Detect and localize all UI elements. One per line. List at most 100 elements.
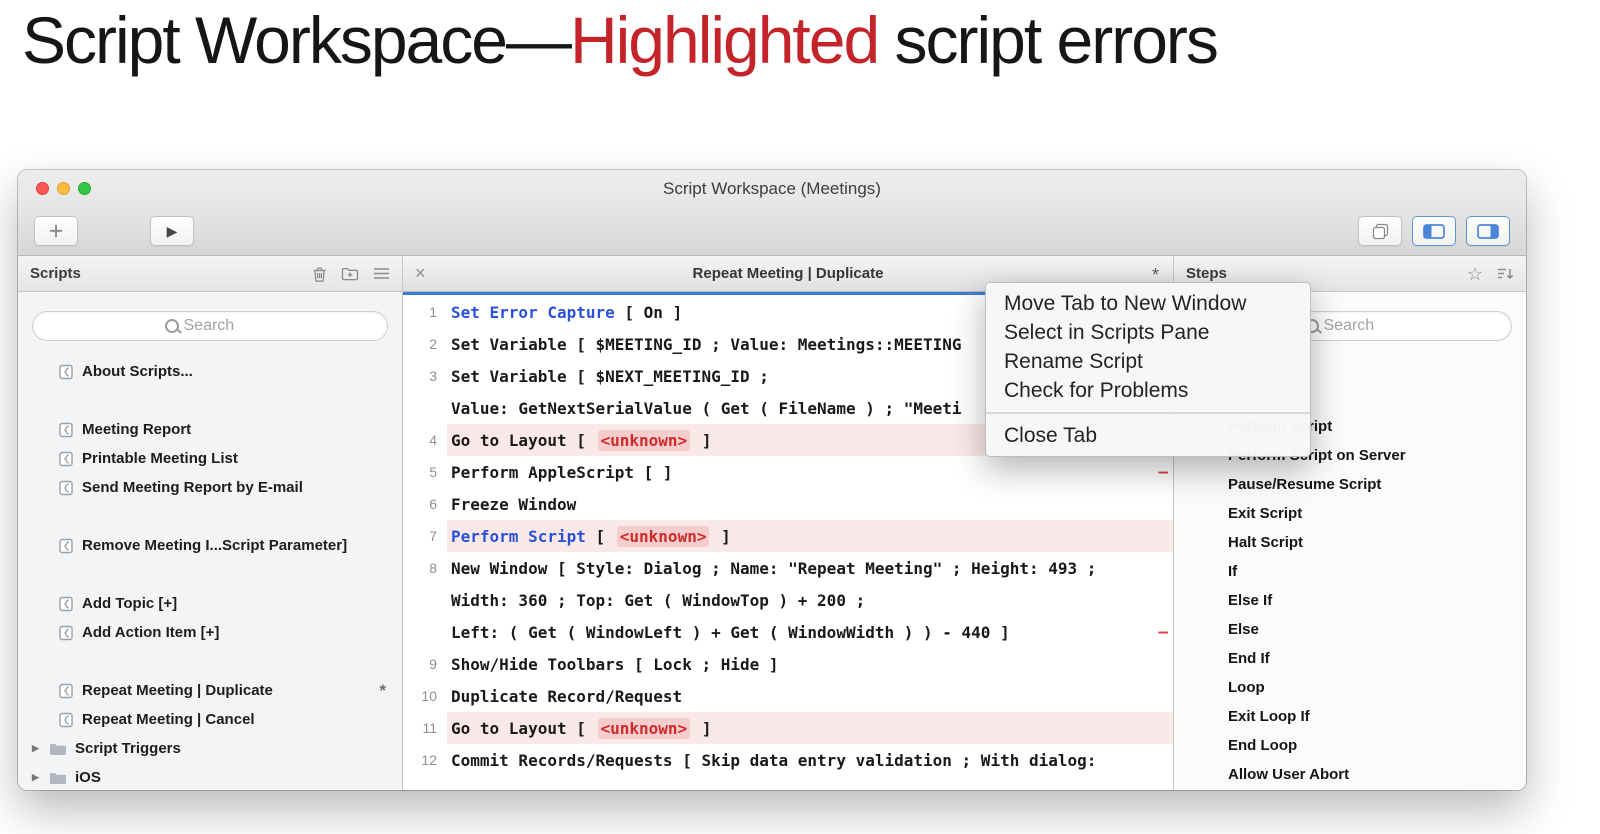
toggle-scripts-pane-button[interactable] [1412,216,1456,246]
scripts-list-item-about-scripts[interactable]: About Scripts... [18,357,402,386]
sort-icon[interactable] [1497,267,1514,281]
steps-list-item-end-if[interactable]: End If [1174,644,1526,673]
scripts-search-field[interactable] [32,311,388,341]
steps-search-input[interactable] [1323,317,1396,335]
script-name: Printable Meeting List [82,450,238,467]
line-text: Width: 360 ; Top: Get ( WindowTop ) + 20… [447,584,1173,616]
title-dash: — [505,3,572,77]
line-number: 2 [429,336,437,352]
line-number: 9 [429,656,437,672]
steps-list-item-end-loop[interactable]: End Loop [1174,731,1526,760]
list-gap [18,647,402,676]
script-line-12[interactable]: 12 Commit Records/Requests [ Skip data en… [403,744,1173,776]
line-number: 6 [429,496,437,512]
menu-item-rename-script[interactable]: Rename Script [986,347,1310,376]
script-line-5[interactable]: 5 Perform AppleScript [ ] — [403,456,1173,488]
fullscreen-window-button[interactable] [78,182,91,195]
steps-list-item-exit-script[interactable]: Exit Script [1174,499,1526,528]
script-line-10[interactable]: 10 Duplicate Record/Request [403,680,1173,712]
scripts-folder-item-ios[interactable]: ▶ iOS [18,763,402,790]
script-line-7[interactable]: 7 Perform Script [ <unknown> ] [403,520,1173,552]
scripts-list-item-repeat-meeting-cancel[interactable]: Repeat Meeting | Cancel [18,705,402,734]
toolbar: + ▶ [18,207,1526,255]
run-script-button[interactable]: ▶ [150,216,194,246]
code-segment: Perform AppleScript [ ] [451,462,673,482]
scripts-list: About Scripts... Meeting Report Printable … [18,357,402,790]
list-options-icon[interactable] [373,267,390,280]
toggle-steps-pane-button[interactable] [1466,216,1510,246]
scripts-list-item-send-meeting-report-by-e-mail[interactable]: Send Meeting Report by E-mail [18,473,402,502]
script-name: Add Topic [+] [82,595,178,612]
scripts-list-item-printable-meeting-list[interactable]: Printable Meeting List [18,444,402,473]
script-line-11[interactable]: 11 Go to Layout [ <unknown> ] [403,712,1173,744]
error-marker-icon: — [1158,462,1168,481]
window-titlebar[interactable]: Script Workspace (Meetings) [18,170,1526,207]
duplicate-button[interactable] [1358,216,1402,246]
folder-icon [49,771,67,785]
script-name: Add Action Item [+] [82,624,220,641]
steps-list-item-else[interactable]: Else [1174,615,1526,644]
script-line-9[interactable]: 9 Show/Hide Toolbars [ Lock ; Hide ] [403,648,1173,680]
scripts-list-item-add-topic[interactable]: Add Topic [+] [18,589,402,618]
line-text: Freeze Window [447,488,1173,520]
error-token: <unknown> [597,717,691,739]
close-tab-icon[interactable]: × [415,256,426,291]
line-text: Left: ( Get ( WindowLeft ) + Get ( Windo… [447,616,1173,648]
scripts-pane-title: Scripts [30,265,81,282]
copy-icon [1372,223,1389,240]
code-segment: Go to Layout [ [451,718,596,738]
minimize-window-button[interactable] [57,182,70,195]
list-gap [18,502,402,531]
line-number: 5 [429,464,437,480]
script-line-continuation[interactable]: Width: 360 ; Top: Get ( WindowTop ) + 20… [403,584,1173,616]
script-icon [58,451,74,467]
new-folder-icon[interactable] [341,266,359,281]
script-line-8[interactable]: 8 New Window [ Style: Dialog ; Name: "Rep… [403,552,1173,584]
title-suffix: script errors [878,3,1219,77]
scripts-list-item-add-action-item[interactable]: Add Action Item [+] [18,618,402,647]
folder-icon [49,742,67,756]
favorites-star-icon[interactable]: ☆ [1467,265,1483,283]
steps-list-item-allow-user-abort[interactable]: Allow User Abort [1174,760,1526,789]
steps-list-item-halt-script[interactable]: Halt Script [1174,528,1526,557]
menu-item-select-in-scripts-pane[interactable]: Select in Scripts Pane [986,318,1310,347]
menu-item-move-tab-to-new-window[interactable]: Move Tab to New Window [986,289,1310,318]
delete-script-icon[interactable] [312,266,327,282]
scripts-list-item-repeat-meeting-duplicate[interactable]: Repeat Meeting | Duplicate * [18,676,402,705]
disclosure-triangle-icon[interactable]: ▶ [32,743,42,754]
code-segment: Width: 360 ; Top: Get ( WindowTop ) + 20… [451,590,866,610]
code-segment: Duplicate Record/Request [451,686,683,706]
window-title: Script Workspace (Meetings) [663,179,881,198]
steps-list-item-exit-loop-if[interactable]: Exit Loop If [1174,702,1526,731]
scripts-search-input[interactable] [183,317,256,335]
code-segment: [ [585,526,615,546]
steps-list-item-if[interactable]: If [1174,557,1526,586]
steps-pane-title: Steps [1186,265,1227,282]
scripts-list-item-meeting-report[interactable]: Meeting Report [18,415,402,444]
steps-list-item-loop[interactable]: Loop [1174,673,1526,702]
error-token: <unknown> [597,429,691,451]
step-keyword: Set Error Capture [451,302,615,322]
scripts-list-item-remove-meeting-i-script-parameter[interactable]: Remove Meeting I...Script Parameter] [18,531,402,560]
scripts-pane-header: Scripts [18,256,402,292]
script-name: Repeat Meeting | Cancel [82,711,255,728]
steps-list-item-else-if[interactable]: Else If [1174,586,1526,615]
disclosure-triangle-icon[interactable]: ▶ [32,772,42,783]
script-workspace-window: Script Workspace (Meetings) + ▶ Scripts … [18,170,1526,790]
close-window-button[interactable] [36,182,49,195]
script-line-6[interactable]: 6 Freeze Window [403,488,1173,520]
steps-list-item-pause-resume-script[interactable]: Pause/Resume Script [1174,470,1526,499]
line-text: Duplicate Record/Request [447,680,1173,712]
line-text: Go to Layout [ <unknown> ] [447,712,1173,744]
script-line-continuation[interactable]: Left: ( Get ( WindowLeft ) + Get ( Windo… [403,616,1173,648]
scripts-folder-item-script-triggers[interactable]: ▶ Script Triggers [18,734,402,763]
line-text: Perform AppleScript [ ] [447,456,1173,488]
menu-item-close-tab[interactable]: Close Tab [986,421,1310,450]
code-segment: Set Variable [ $MEETING_ID ; Value: Meet… [451,334,962,354]
traffic-lights [36,182,91,195]
menu-item-check-for-problems[interactable]: Check for Problems [986,376,1310,405]
code-segment: Commit Records/Requests [ Skip data entr… [451,750,1097,770]
new-script-button[interactable]: + [34,216,78,246]
script-icon [58,712,74,728]
page-title: Script Workspace—Highlighted script erro… [22,2,1219,78]
